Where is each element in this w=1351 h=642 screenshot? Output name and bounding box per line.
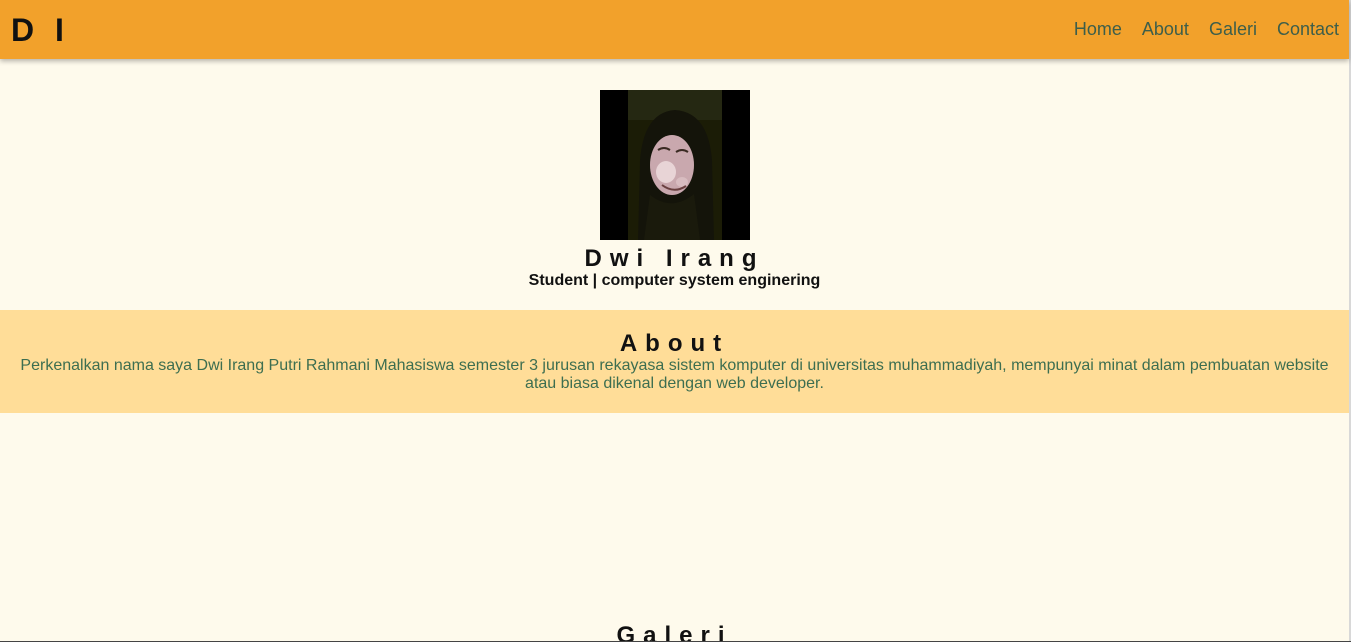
profile-name: Dwi Irang bbox=[584, 245, 765, 272]
page: D I Home About Galeri Contact Dwi Irang … bbox=[0, 0, 1351, 642]
nav-link-contact[interactable]: Contact bbox=[1277, 18, 1339, 40]
brand-logo[interactable]: D I bbox=[11, 12, 70, 48]
nav-links: Home About Galeri Contact bbox=[1074, 18, 1339, 40]
galeri-title: Galeri bbox=[616, 622, 733, 642]
navbar: D I Home About Galeri Contact bbox=[0, 0, 1349, 59]
nav-link-galeri[interactable]: Galeri bbox=[1209, 18, 1257, 40]
profile-photo bbox=[600, 90, 750, 240]
about-text: Perkenalkan nama saya Dwi Irang Putri Ra… bbox=[20, 357, 1329, 392]
nav-link-home[interactable]: Home bbox=[1074, 18, 1122, 40]
profile-subtitle: Student | computer system enginering bbox=[528, 272, 821, 289]
about-title: About bbox=[619, 330, 730, 357]
profile-photo-image bbox=[600, 90, 750, 240]
about-section: About Perkenalkan nama saya Dwi Irang Pu… bbox=[0, 310, 1349, 413]
nav-link-about[interactable]: About bbox=[1142, 18, 1189, 40]
